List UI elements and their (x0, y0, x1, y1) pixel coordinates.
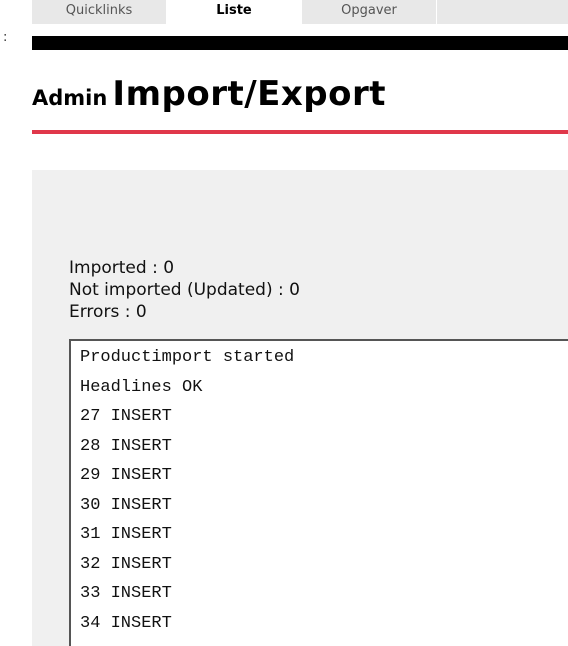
log-line: 30 INSERT (80, 495, 172, 515)
errors-count: Errors : 0 (69, 302, 147, 322)
log-lines: Productimport started Headlines OK 27 IN… (71, 341, 568, 638)
tab-bar: Quicklinks Liste Opgaver (32, 0, 568, 24)
title-underline (32, 130, 568, 134)
log-line: 34 INSERT (80, 613, 172, 633)
log-line: 29 INSERT (80, 466, 172, 485)
log-line: 28 INSERT (80, 436, 172, 456)
import-log-textarea[interactable]: Productimport started Headlines OK 27 IN… (69, 339, 568, 646)
page-title-prefix: Admin (32, 86, 108, 110)
imported-count: Imported : 0 (69, 258, 175, 278)
page-title-main: Import/Export (112, 74, 387, 114)
log-line: 33 INSERT (80, 584, 172, 603)
import-stats: Imported : 0 Not imported (Updated) : 0 … (69, 257, 300, 323)
page-title: Admin Import/Export (32, 74, 386, 114)
top-black-bar (32, 36, 568, 50)
log-line: Headlines OK (80, 377, 203, 397)
edge-colon: : (3, 30, 8, 45)
log-line: 32 INSERT (80, 554, 172, 574)
log-line: 31 INSERT (80, 525, 172, 544)
tab-opgaver[interactable]: Opgaver (302, 0, 437, 24)
tab-quicklinks[interactable]: Quicklinks (32, 0, 167, 24)
log-line: 27 INSERT (80, 407, 172, 426)
log-line: Productimport started (80, 348, 295, 367)
tab-liste[interactable]: Liste (167, 0, 302, 24)
tab-blank[interactable] (437, 0, 568, 24)
not-imported-count: Not imported (Updated) : 0 (69, 280, 300, 300)
